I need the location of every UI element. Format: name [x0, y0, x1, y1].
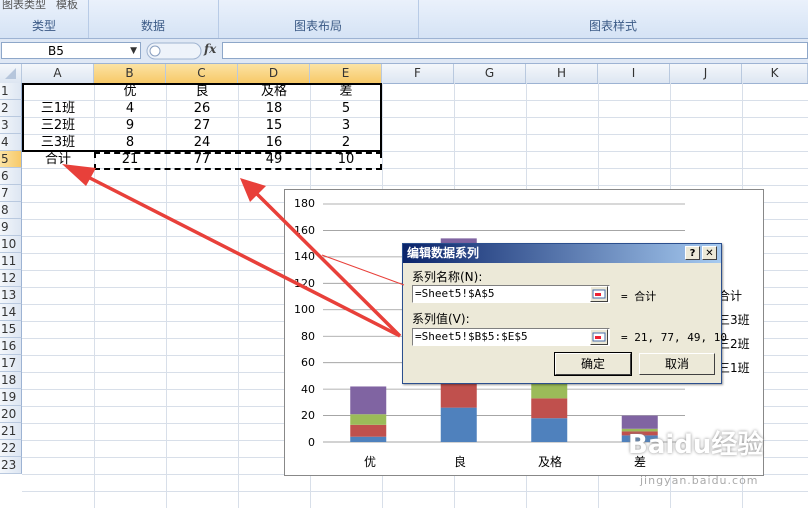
watermark-url: jingyan.baidu.com [640, 474, 759, 487]
arrow-line [83, 173, 401, 338]
arrow-head [62, 164, 96, 186]
baidu-watermark: Baidu经验 [628, 430, 764, 460]
arrow-line [250, 187, 402, 338]
